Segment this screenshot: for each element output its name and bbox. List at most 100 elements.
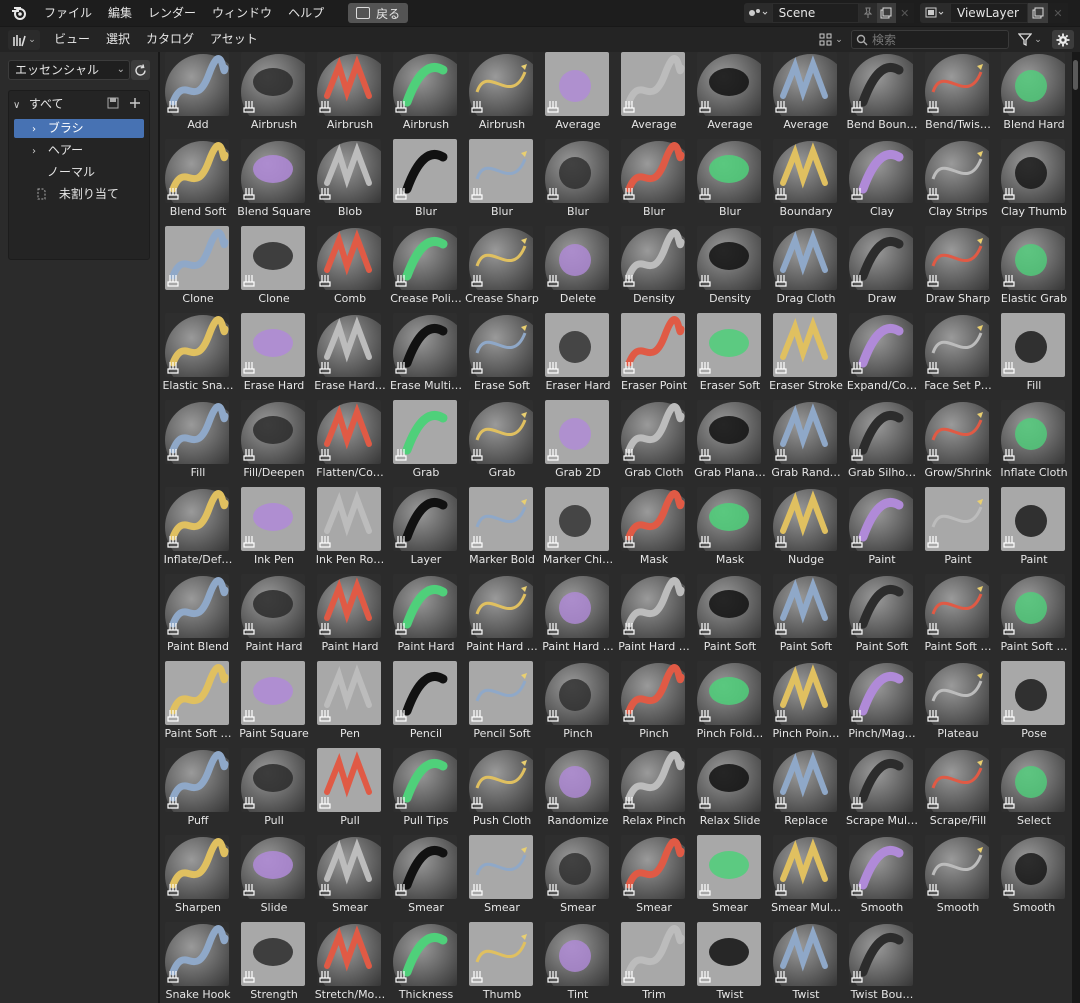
asset-tile[interactable]: Average — [768, 52, 844, 139]
search-input[interactable] — [872, 32, 1002, 47]
tree-item-normal[interactable]: ノーマル — [47, 163, 147, 182]
asset-tile[interactable]: Push Cloth — [464, 748, 540, 835]
menu-render[interactable]: レンダー — [140, 0, 204, 26]
back-button[interactable]: 戻る — [348, 3, 409, 23]
asset-tile[interactable]: Eraser Soft — [692, 313, 768, 400]
asset-tile[interactable]: Pen — [312, 661, 388, 748]
asset-tile[interactable]: Smooth — [996, 835, 1072, 922]
menu-help[interactable]: ヘルプ — [280, 0, 332, 26]
asset-tile[interactable]: Erase Soft — [464, 313, 540, 400]
asset-tile[interactable]: Pinch — [540, 661, 616, 748]
asset-tile[interactable]: Pinch — [616, 661, 692, 748]
asset-tile[interactable]: Smear — [464, 835, 540, 922]
asset-tile[interactable]: Elastic Grab — [996, 226, 1072, 313]
asset-tile[interactable]: Grab 2D — [540, 400, 616, 487]
asset-tile[interactable]: Marker Chi… — [540, 487, 616, 574]
asset-tile[interactable]: Snake Hook — [160, 922, 236, 1003]
asset-tile[interactable]: Tint — [540, 922, 616, 1003]
asset-tile[interactable]: Paint Hard … — [464, 574, 540, 661]
menu-select[interactable]: 選択 — [98, 27, 138, 52]
asset-tile[interactable]: Erase Hard — [236, 313, 312, 400]
asset-tile[interactable]: Smear Mul… — [768, 835, 844, 922]
asset-tile[interactable]: Crease Sharp — [464, 226, 540, 313]
asset-tile[interactable]: Blend Square — [236, 139, 312, 226]
asset-tile[interactable]: Grab Rand… — [768, 400, 844, 487]
asset-tile[interactable]: Slide — [236, 835, 312, 922]
asset-tile[interactable]: Inflate Cloth — [996, 400, 1072, 487]
asset-tile[interactable]: Bend/Twis… — [920, 52, 996, 139]
search-field[interactable] — [851, 30, 1009, 49]
asset-tile[interactable]: Replace — [768, 748, 844, 835]
asset-tile[interactable]: Twist — [768, 922, 844, 1003]
menu-catalog[interactable]: カタログ — [138, 27, 202, 52]
asset-tile[interactable]: Fill — [996, 313, 1072, 400]
asset-tile[interactable]: Elastic Sna… — [160, 313, 236, 400]
asset-tile[interactable]: Pencil — [388, 661, 464, 748]
asset-tile[interactable]: Paint Hard — [236, 574, 312, 661]
asset-tile[interactable]: Grab — [388, 400, 464, 487]
asset-tile[interactable]: Strength — [236, 922, 312, 1003]
asset-tile[interactable]: Relax Pinch — [616, 748, 692, 835]
asset-tile[interactable]: Pose — [996, 661, 1072, 748]
asset-tile[interactable]: Paint Soft … — [160, 661, 236, 748]
asset-tile[interactable]: Fill/Deepen — [236, 400, 312, 487]
asset-tile[interactable]: Scrape/Fill — [920, 748, 996, 835]
asset-tile[interactable]: Clay Strips — [920, 139, 996, 226]
asset-tile[interactable]: Airbrush — [388, 52, 464, 139]
asset-tile[interactable]: Paint — [844, 487, 920, 574]
asset-tile[interactable]: Smooth — [844, 835, 920, 922]
asset-tile[interactable]: Average — [616, 52, 692, 139]
view-layer-icon[interactable] — [920, 3, 950, 23]
asset-tile[interactable]: Thumb — [464, 922, 540, 1003]
asset-tile[interactable]: Puff — [160, 748, 236, 835]
asset-tile[interactable]: Blob — [312, 139, 388, 226]
asset-tile[interactable]: Randomize — [540, 748, 616, 835]
asset-tile[interactable]: Paint Soft — [844, 574, 920, 661]
asset-tile[interactable]: Pinch/Mag… — [844, 661, 920, 748]
asset-tile[interactable]: Twist — [692, 922, 768, 1003]
asset-tile[interactable]: Blend Hard — [996, 52, 1072, 139]
asset-tile[interactable]: Smear — [540, 835, 616, 922]
asset-tile[interactable]: Smear — [692, 835, 768, 922]
asset-tile[interactable]: Paint Hard … — [616, 574, 692, 661]
asset-tile[interactable]: Sharpen — [160, 835, 236, 922]
asset-tile[interactable]: Bend Boun… — [844, 52, 920, 139]
asset-tile[interactable]: Comb — [312, 226, 388, 313]
menu-file[interactable]: ファイル — [36, 0, 100, 26]
asset-tile[interactable]: Smear — [312, 835, 388, 922]
asset-tile[interactable]: Paint — [996, 487, 1072, 574]
refresh-button[interactable] — [131, 60, 150, 80]
asset-tile[interactable]: Eraser Stroke — [768, 313, 844, 400]
asset-tile[interactable]: Grow/Shrink — [920, 400, 996, 487]
asset-tile[interactable]: Paint Square — [236, 661, 312, 748]
asset-tile[interactable]: Ink Pen Ro… — [312, 487, 388, 574]
asset-tile[interactable]: Clay Thumb — [996, 139, 1072, 226]
asset-tile[interactable]: Paint Blend — [160, 574, 236, 661]
asset-tile[interactable]: Layer — [388, 487, 464, 574]
asset-tile[interactable]: Pull — [312, 748, 388, 835]
asset-tile[interactable]: Blur — [616, 139, 692, 226]
asset-tile[interactable]: Delete — [540, 226, 616, 313]
asset-tile[interactable]: Density — [616, 226, 692, 313]
asset-tile[interactable]: Smooth — [920, 835, 996, 922]
new-view-layer-icon[interactable] — [1028, 3, 1048, 23]
asset-tile[interactable]: Pencil Soft — [464, 661, 540, 748]
asset-tile[interactable]: Grab Silho… — [844, 400, 920, 487]
grid-scrollbar[interactable] — [1073, 60, 1078, 90]
asset-tile[interactable]: Select — [996, 748, 1072, 835]
settings-button[interactable] — [1052, 30, 1074, 49]
asset-tile[interactable]: Relax Slide — [692, 748, 768, 835]
menu-view[interactable]: ビュー — [46, 27, 98, 52]
asset-tile[interactable]: Grab — [464, 400, 540, 487]
asset-tile[interactable]: Stretch/Mo… — [312, 922, 388, 1003]
asset-tile[interactable]: Inflate/Def… — [160, 487, 236, 574]
asset-tile[interactable]: Smear — [616, 835, 692, 922]
asset-tile[interactable]: Clay — [844, 139, 920, 226]
asset-tile[interactable]: Density — [692, 226, 768, 313]
display-mode-button[interactable]: ⌄ — [816, 30, 846, 49]
asset-tile[interactable]: Crease Poli… — [388, 226, 464, 313]
menu-window[interactable]: ウィンドウ — [204, 0, 280, 26]
tree-item-unassigned[interactable]: 未割り当て — [35, 185, 147, 204]
asset-tile[interactable]: Ink Pen — [236, 487, 312, 574]
menu-asset[interactable]: アセット — [202, 27, 266, 52]
